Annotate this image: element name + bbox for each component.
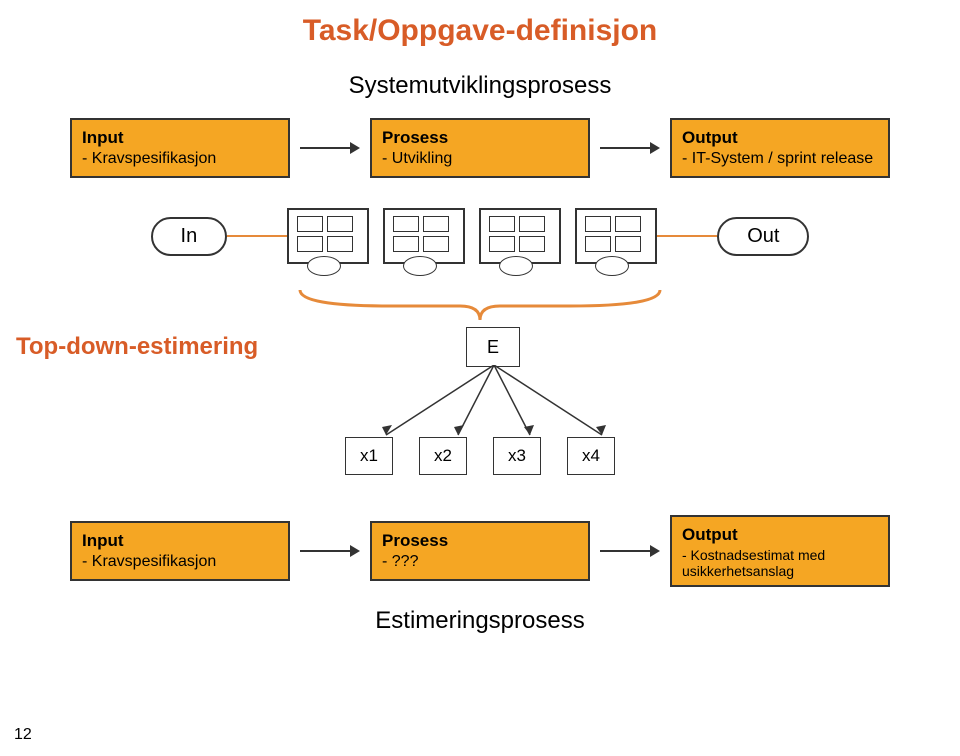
prosess-box-2: Prosess - ??? (370, 521, 590, 581)
module-icon (479, 208, 561, 264)
x-box: x1 (345, 437, 393, 475)
prosess-box-1: Prosess - Utvikling (370, 118, 590, 178)
output-sub-2: - Kostnadsestimat med usikkerhetsanslag (682, 547, 878, 579)
prosess-title-1: Prosess (382, 128, 578, 148)
module-icon (575, 208, 657, 264)
page-title: Task/Oppgave-definisjon (0, 14, 960, 48)
connector-line (227, 235, 287, 237)
output-box-1: Output - IT-System / sprint release (670, 118, 890, 178)
module-group (287, 208, 657, 264)
subtitle-bottom: Estimeringsprosess (0, 607, 960, 635)
arrow-right-icon (600, 138, 660, 158)
page-number: 12 (14, 726, 32, 744)
arrow-right-icon (300, 541, 360, 561)
input-title-1: Input (82, 128, 278, 148)
in-pill: In (151, 217, 228, 256)
output-box-2: Output - Kostnadsestimat med usikkerhets… (670, 515, 890, 587)
brace-icon (0, 282, 960, 327)
e-box: E (466, 327, 520, 367)
in-out-row: In Out (0, 208, 960, 264)
x-box: x2 (419, 437, 467, 475)
module-icon (383, 208, 465, 264)
prosess-title-2: Prosess (382, 531, 578, 551)
prosess-sub-2: - ??? (382, 553, 578, 571)
prosess-sub-1: - Utvikling (382, 150, 578, 168)
input-box-2: Input - Kravspesifikasjon (70, 521, 290, 581)
x-box: x4 (567, 437, 615, 475)
input-box-1: Input - Kravspesifikasjon (70, 118, 290, 178)
arrow-right-icon (300, 138, 360, 158)
process-row-1: Input - Kravspesifikasjon Prosess - Utvi… (0, 118, 960, 178)
output-title-1: Output (682, 128, 878, 148)
topdown-row: Top-down-estimering E (0, 327, 960, 367)
topdown-label: Top-down-estimering (16, 333, 336, 361)
input-title-2: Input (82, 531, 278, 551)
subtitle-top: Systemutviklingsprosess (0, 72, 960, 100)
input-sub-2: - Kravspesifikasjon (82, 553, 278, 571)
arrow-right-icon (600, 541, 660, 561)
x-box: x3 (493, 437, 541, 475)
input-sub-1: - Kravspesifikasjon (82, 150, 278, 168)
output-sub-1: - IT-System / sprint release (682, 150, 878, 168)
tree-lines-icon (354, 365, 634, 439)
out-pill: Out (717, 217, 809, 256)
x-row: x1 x2 x3 x4 (0, 437, 960, 475)
process-row-2: Input - Kravspesifikasjon Prosess - ??? … (0, 515, 960, 587)
output-title-2: Output (682, 525, 878, 545)
connector-line (657, 235, 717, 237)
module-icon (287, 208, 369, 264)
